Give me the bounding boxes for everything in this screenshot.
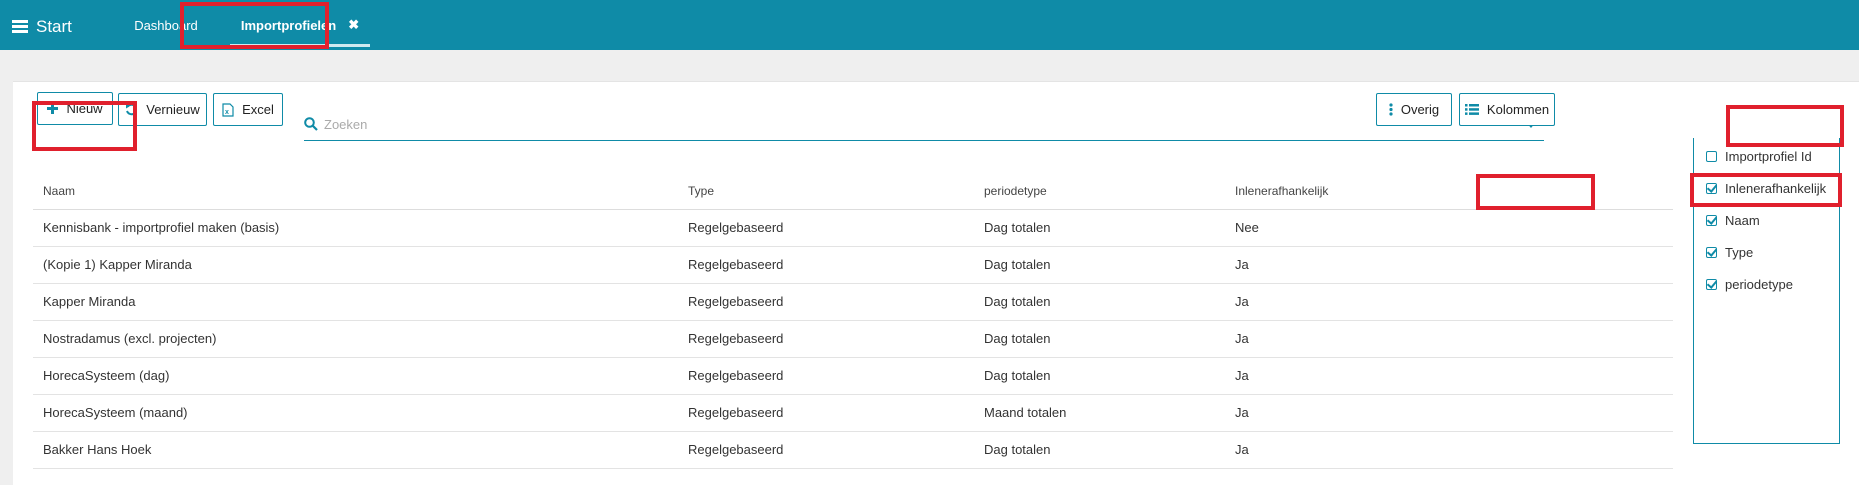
table-row[interactable]: (Kopie 1) Kapper Miranda Regelgebaseerd … [33,246,1673,284]
excel-button-label: Excel [242,102,274,117]
cell-type: Regelgebaseerd [678,320,974,358]
cell-type: Regelgebaseerd [678,283,974,321]
vertical-dots-icon [1389,103,1393,116]
cell-naam: Kapper Miranda [33,283,678,321]
cell-naam: HorecaSysteem (maand) [33,394,678,432]
checkbox-checked-icon[interactable] [1706,278,1717,290]
table-row[interactable]: Kennisbank - importprofiel maken (basis)… [33,209,1673,247]
cell-inlenerafhankelijk: Ja [1225,357,1673,395]
cell-type: Regelgebaseerd [678,209,974,247]
tab-dashboard-label: Dashboard [134,17,198,33]
cell-periodetype: Maand totalen [974,394,1225,432]
column-toggle-periodetype[interactable]: periodetype [1694,270,1841,298]
cell-periodetype: Dag totalen [974,431,1225,469]
cell-inlenerafhankelijk: Ja [1225,394,1673,432]
checkbox-checked-icon[interactable] [1706,246,1717,258]
checkbox-checked-icon[interactable] [1706,182,1717,194]
search-icon [304,117,318,131]
column-toggle-label: Inlenerafhankelijk [1725,180,1827,196]
cell-inlenerafhankelijk: Ja [1225,283,1673,321]
table-row[interactable]: Bakker Hans Hoek Regelgebaseerd Dag tota… [33,431,1673,469]
other-button[interactable]: Overig [1376,93,1452,126]
column-toggle-label: Importprofiel Id [1725,148,1812,164]
cell-periodetype: Dag totalen [974,209,1225,247]
column-toggle-label: Type [1725,244,1754,260]
cell-naam: Nostradamus (excl. projecten) [33,320,678,358]
cell-inlenerafhankelijk: Ja [1225,431,1673,469]
column-toggle-type[interactable]: Type [1694,238,1841,266]
cell-periodetype: Dag totalen [974,320,1225,358]
column-header-type[interactable]: Type [678,174,974,210]
svg-text:x: x [225,109,229,116]
new-button-label: Nieuw [66,101,103,116]
cell-naam: (Kopie 1) Kapper Miranda [33,246,678,284]
close-tab-icon[interactable]: ✖ [348,17,359,33]
active-tab-indicator [230,44,370,47]
column-header-periodetype[interactable]: periodetype [974,174,1225,210]
column-toggle-importprofiel-id[interactable]: Importprofiel Id [1694,142,1841,170]
checkbox-checked-icon[interactable] [1706,214,1717,226]
table-row[interactable]: HorecaSysteem (maand) Regelgebaseerd Maa… [33,394,1673,432]
column-toggle-label: periodetype [1725,276,1793,292]
column-toggle-inlenerafhankelijk[interactable]: Inlenerafhankelijk [1694,174,1841,202]
excel-button[interactable]: x Excel [213,93,283,126]
tab-importprofielen-label: Importprofielen [240,17,337,33]
search-input[interactable] [318,115,1498,133]
search-bar[interactable] [304,108,1544,141]
table-row[interactable]: HorecaSysteem (dag) Regelgebaseerd Dag t… [33,357,1673,395]
top-navigation-bar: Start Dashboard Importprofielen ✖ [0,0,1859,50]
cell-naam: HorecaSysteem (dag) [33,357,678,395]
column-toggle-label: Naam [1725,212,1760,228]
column-toggle-naam[interactable]: Naam [1694,206,1841,234]
tab-dashboard[interactable]: Dashboard [118,0,214,50]
new-button[interactable]: Nieuw [37,92,113,125]
column-header-naam[interactable]: Naam [33,174,678,210]
table-row[interactable]: Kapper Miranda Regelgebaseerd Dag totale… [33,283,1673,321]
cell-type: Regelgebaseerd [678,246,974,284]
cell-inlenerafhankelijk: Ja [1225,246,1673,284]
main-panel: Nieuw Vernieuw x Excel Overig Kolommen [13,81,1859,485]
other-button-label: Overig [1400,102,1440,117]
cell-periodetype: Dag totalen [974,283,1225,321]
start-label: Start [36,17,72,36]
cell-inlenerafhankelijk: Nee [1225,209,1673,247]
plus-icon [47,103,59,114]
cell-type: Regelgebaseerd [678,394,974,432]
columns-button-label: Kolommen [1486,102,1550,117]
import-profiles-table: Naam Type periodetype Inlenerafhankelijk… [33,174,1673,469]
cell-inlenerafhankelijk: Ja [1225,320,1673,358]
cell-naam: Bakker Hans Hoek [33,431,678,469]
excel-file-icon: x [222,102,234,117]
cell-type: Regelgebaseerd [678,357,974,395]
refresh-icon [125,103,138,116]
hamburger-menu-icon [12,20,28,34]
refresh-button[interactable]: Vernieuw [118,93,207,126]
tab-importprofielen[interactable]: Importprofielen ✖ [222,0,378,50]
checkbox-unchecked-icon[interactable] [1706,150,1717,162]
list-icon [1464,104,1479,115]
table-row[interactable]: Nostradamus (excl. projecten) Regelgebas… [33,320,1673,358]
columns-dropdown-menu: Importprofiel Id Inlenerafhankelijk Naam… [1693,138,1840,444]
column-header-inlenerafhankelijk[interactable]: Inlenerafhankelijk [1225,174,1673,210]
start-menu-button[interactable]: Start [12,16,72,38]
cell-periodetype: Dag totalen [974,246,1225,284]
cell-type: Regelgebaseerd [678,431,974,469]
cell-naam: Kennisbank - importprofiel maken (basis) [33,209,678,247]
refresh-button-label: Vernieuw [146,102,200,117]
cell-periodetype: Dag totalen [974,357,1225,395]
table-header-row: Naam Type periodetype Inlenerafhankelijk [33,174,1673,210]
columns-button[interactable]: Kolommen [1459,93,1555,126]
